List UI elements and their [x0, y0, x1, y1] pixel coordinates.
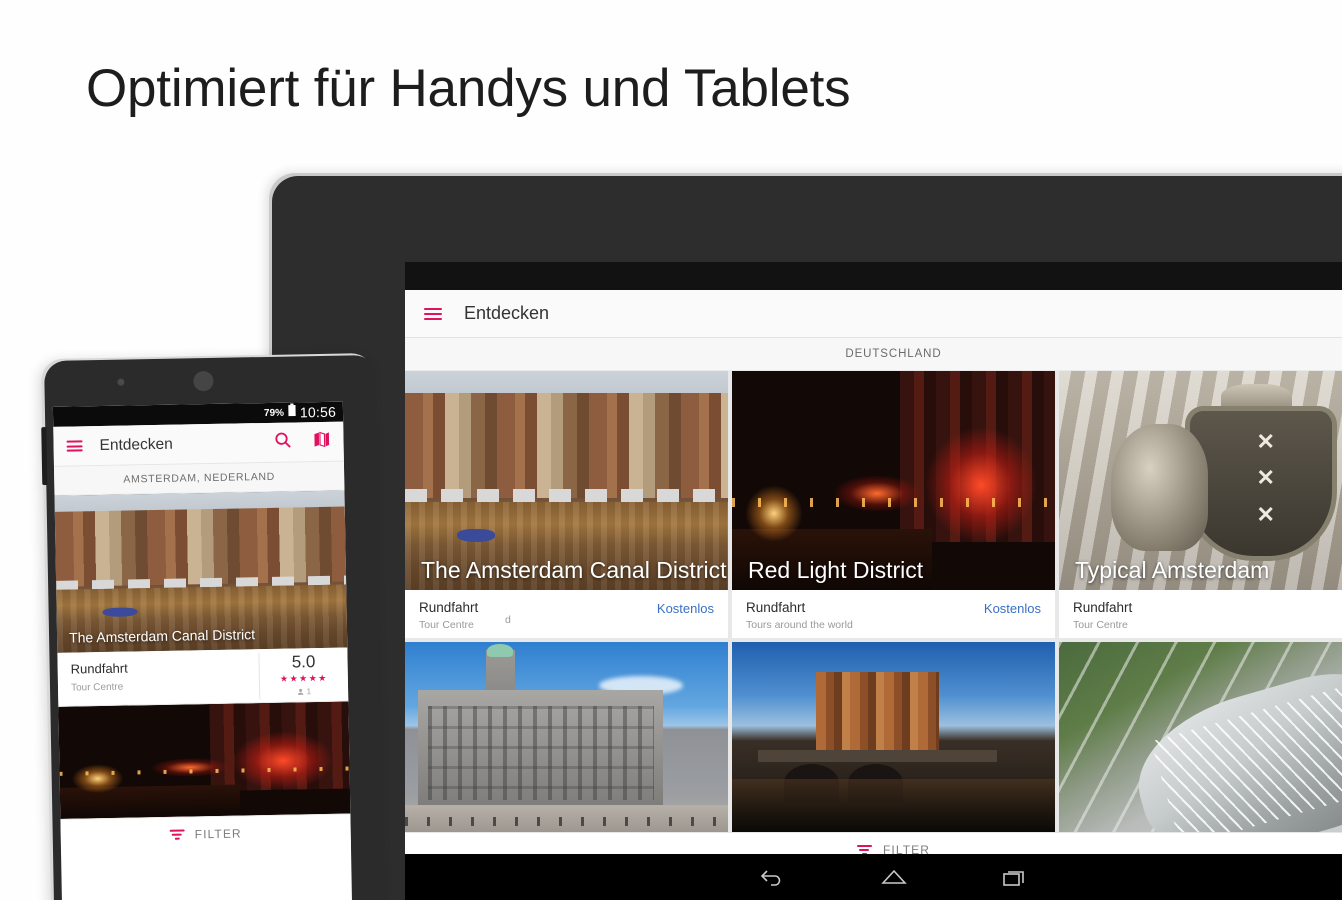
tablet-card[interactable]: The Amsterdam Canal District Rundfahrt T…	[405, 371, 728, 638]
hamburger-menu-icon[interactable]	[66, 440, 83, 452]
phone-device: 79% 10:56 Entdecken AMSTERDAM, NEDERLAND…	[41, 354, 387, 900]
screenshot-root: Optimiert für Handys und Tablets Entdeck…	[0, 0, 1342, 900]
card-meta: Rundfahrt Tours around the world Kostenl…	[732, 590, 1055, 638]
rating-stars: ★★★★★	[279, 672, 328, 684]
card-meta: Rundfahrt Tour Centre	[1059, 590, 1342, 638]
search-icon[interactable]	[274, 431, 291, 453]
filter-label: FILTER	[882, 843, 931, 854]
battery-icon	[288, 403, 296, 421]
tablet-app-title: Entdecken	[464, 303, 550, 323]
battery-percent-label: 79%	[263, 407, 285, 419]
card-photo	[732, 642, 1055, 832]
card-price[interactable]: Kostenlos	[984, 601, 1041, 616]
card-title: Red Light District	[748, 557, 924, 583]
status-time: 10:56	[299, 403, 337, 421]
filter-funnel-icon	[169, 829, 185, 840]
tablet-filter-bar[interactable]: FILTER	[405, 832, 1342, 854]
filter-label: FILTER	[194, 826, 242, 842]
phone-app-title: Entdecken	[99, 435, 173, 454]
phone-bezel-top	[44, 355, 377, 407]
card-provider: Tour Centre	[419, 619, 474, 631]
phone-card-rating-block: 5.0 ★★★★★ 1	[258, 651, 349, 700]
card-photo: Red Light District	[732, 371, 1055, 590]
filter-funnel-icon	[856, 845, 872, 854]
tablet-region-label: DEUTSCHLAND	[405, 338, 1342, 371]
tablet-app-bar: Entdecken	[405, 290, 1342, 338]
volume-button[interactable]	[41, 427, 48, 486]
tablet-grid-column: The Amsterdam Canal District Rundfahrt T…	[405, 371, 728, 832]
tablet-status-strip	[405, 262, 1342, 290]
phone-card-meta: Rundfahrt Tour Centre 5.0 ★★★★★ 1	[57, 647, 349, 707]
red-light-district-night-photo	[58, 701, 351, 819]
card-photo	[1059, 642, 1342, 832]
card-category: Rundfahrt	[1073, 600, 1133, 615]
phone-card-title: The Amsterdam Canal District	[68, 626, 256, 646]
card-photo	[405, 642, 728, 832]
rating-value: 5.0	[291, 652, 316, 672]
tablet-screen: Entdecken DEUTSCHLAND The Amsterdam Cana…	[405, 262, 1342, 854]
home-icon[interactable]	[880, 867, 908, 887]
card-provider: Tour Centre	[1073, 619, 1128, 631]
canal-bridge-dusk-photo	[732, 642, 1055, 832]
card-title: Typical Amsterdam	[1075, 557, 1270, 583]
tablet-grid-column: ✕ ✕ ✕ Typical Amsterdam Rundfahrt Tour Cen…	[1059, 371, 1342, 832]
android-navigation-bar	[405, 854, 1342, 900]
front-camera-icon	[117, 378, 125, 386]
card-extra-text: d	[505, 614, 511, 626]
card-meta: Rundfahrt Tour Centre d Kostenlos	[405, 590, 728, 638]
tablet-card[interactable]	[1059, 642, 1342, 832]
review-count-value: 1	[306, 686, 312, 697]
recent-apps-icon[interactable]	[1002, 867, 1028, 887]
royal-palace-dam-square-photo	[405, 642, 728, 832]
tablet-app-content: Entdecken DEUTSCHLAND The Amsterdam Cana…	[405, 290, 1342, 854]
phone-screen: 79% 10:56 Entdecken AMSTERDAM, NEDERLAND…	[52, 401, 353, 900]
tablet-card[interactable]	[732, 642, 1055, 832]
tablet-card-grid: The Amsterdam Canal District Rundfahrt T…	[405, 371, 1342, 832]
card-price[interactable]: Kostenlos	[657, 601, 714, 616]
card-photo: ✕ ✕ ✕ Typical Amsterdam	[1059, 371, 1342, 590]
phone-app-bar: Entdecken	[53, 421, 344, 467]
map-icon[interactable]	[313, 431, 330, 452]
card-photo: The Amsterdam Canal District	[405, 371, 728, 590]
card-provider: Tours around the world	[746, 619, 853, 631]
back-arrow-icon[interactable]	[760, 867, 786, 887]
hamburger-menu-icon[interactable]	[424, 307, 442, 320]
phone-card-photo[interactable]: The Amsterdam Canal District	[54, 490, 348, 653]
tablet-card[interactable]	[405, 642, 728, 832]
page-title: Optimiert für Handys und Tablets	[86, 59, 851, 118]
phone-filter-bar[interactable]: FILTER	[60, 813, 352, 854]
tablet-device: Entdecken DEUTSCHLAND The Amsterdam Cana…	[272, 176, 1342, 900]
review-count: 1	[260, 686, 348, 698]
tablet-card[interactable]: ✕ ✕ ✕ Typical Amsterdam Rundfahrt Tour Cen…	[1059, 371, 1342, 638]
tablet-grid-column: Red Light District Rundfahrt Tours aroun…	[732, 371, 1055, 832]
earpiece-speaker	[193, 370, 214, 392]
phone-card-photo[interactable]	[58, 701, 351, 819]
card-title: The Amsterdam Canal District	[421, 557, 727, 583]
amsterdam-arena-stadium-aerial-photo	[1059, 642, 1342, 832]
tablet-card[interactable]: Red Light District Rundfahrt Tours aroun…	[732, 371, 1055, 638]
